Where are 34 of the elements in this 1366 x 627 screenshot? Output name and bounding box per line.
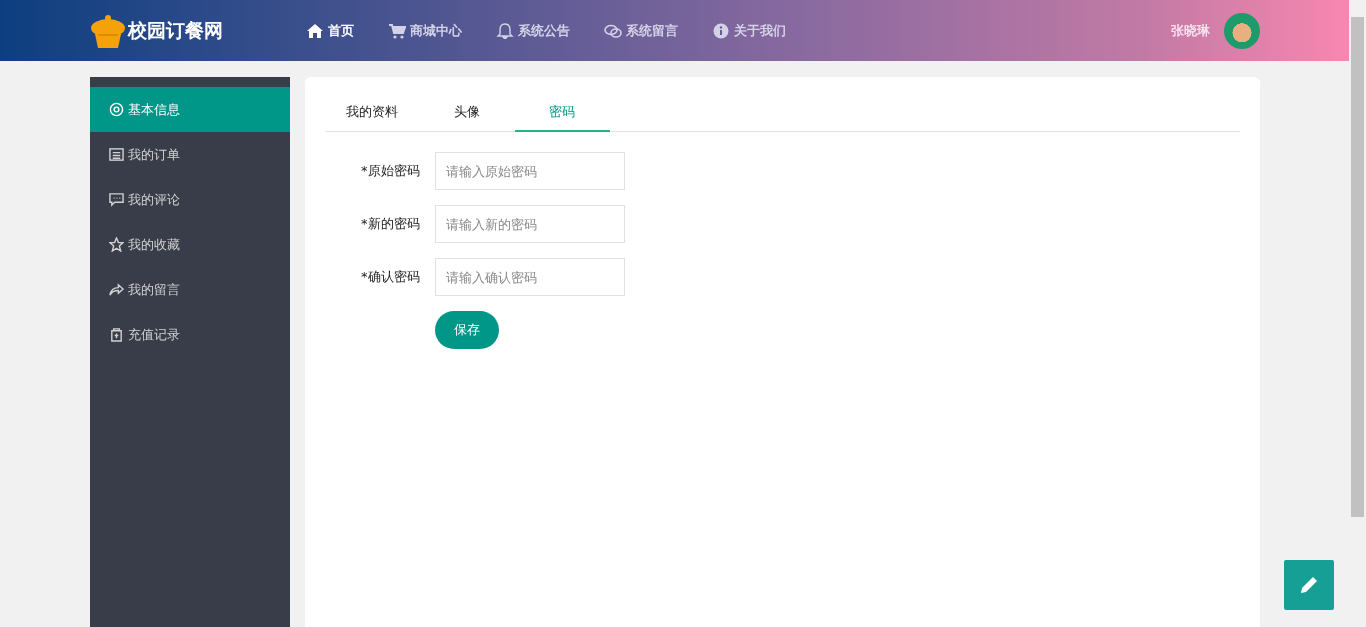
nav-link[interactable]: 系统公告 [489,21,576,40]
cupcake-logo-icon [89,13,126,48]
tab[interactable]: 密码 [514,94,610,132]
tab[interactable]: 头像 [419,94,515,132]
sidebar-item[interactable]: 我的留言 [89,267,290,312]
bell-icon [495,22,514,39]
nav-link[interactable]: 首页 [299,21,360,40]
sidebar-item[interactable]: 我的评论 [89,177,290,222]
site-logo-text: 校园订餐网 [127,17,223,43]
field-label: *原始密码 [360,162,420,180]
tab[interactable]: 我的资料 [324,94,420,132]
nav-link[interactable]: 系统留言 [597,21,684,40]
comment-icon [108,192,124,207]
pencil-icon [1299,575,1319,595]
password-input-field[interactable]: 请输入原始密码 [434,152,625,190]
star-icon [108,237,124,252]
nav-link[interactable]: 商城中心 [381,21,468,40]
share-arrow-icon [108,282,124,297]
list-icon [108,147,124,162]
password-input-field[interactable]: 请输入确认密码 [434,258,625,296]
cart-icon [387,22,406,39]
edit-button[interactable] [1284,560,1334,610]
sidebar-item[interactable]: 充值记录 [89,312,290,357]
field-label: *确认密码 [360,268,420,286]
save-button[interactable]: 保存 [434,311,499,349]
password-input-field[interactable]: 请输入新的密码 [434,205,625,243]
user-avatar[interactable] [1223,12,1260,49]
home-icon [305,22,324,39]
info-icon [711,22,730,39]
sidebar-item[interactable]: 我的订单 [89,132,290,177]
field-label: *新的密码 [360,215,420,233]
sidebar-item[interactable]: 基本信息 [89,87,290,132]
sidebar-item[interactable]: 我的收藏 [89,222,290,267]
chat-bubbles-icon [603,22,622,39]
